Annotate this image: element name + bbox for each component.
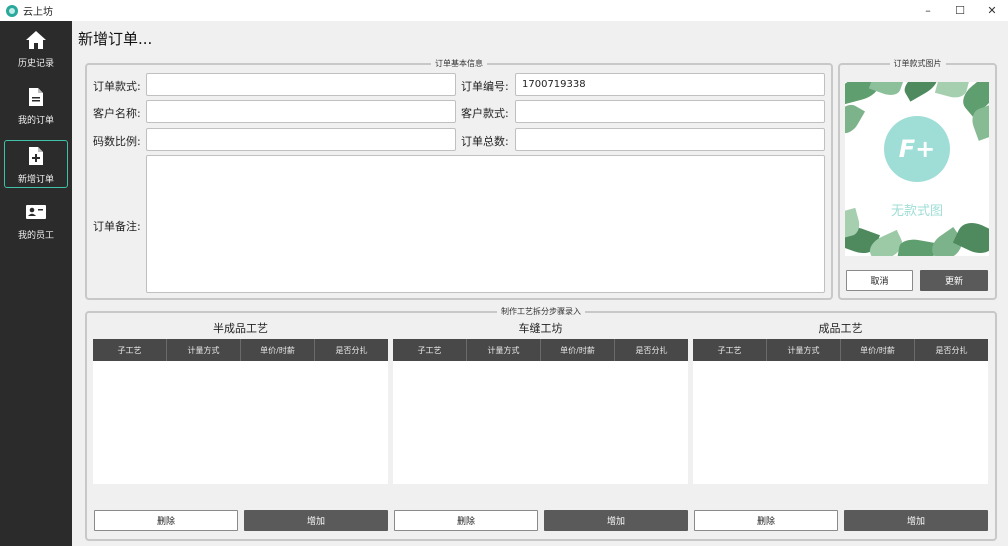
finished-process-table[interactable]: 子工艺 计量方式 单价/时薪 是否分扎 <box>693 339 988 484</box>
order-style-label: 订单款式: <box>93 80 141 93</box>
sidebar-item-label: 新增订单 <box>17 175 54 185</box>
column-measure-method[interactable]: 计量方式 <box>467 339 541 361</box>
add-document-icon <box>25 145 47 167</box>
basic-info-legend: 订单基本信息 <box>435 59 483 68</box>
cancel-button[interactable]: 取消 <box>846 270 913 291</box>
leaf-decoration <box>845 100 866 138</box>
column-split-bundle[interactable]: 是否分扎 <box>915 339 988 361</box>
finished-process-title: 成品工艺 <box>818 322 863 335</box>
no-style-image-caption: 无款式图 <box>890 204 943 219</box>
window-controls: – ☐ ✕ <box>912 0 1008 21</box>
size-ratio-input[interactable] <box>146 128 456 151</box>
sewing-workshop-title: 车缝工坊 <box>518 322 563 335</box>
order-remark-label: 订单备注: <box>93 220 141 233</box>
order-style-input[interactable] <box>146 73 456 96</box>
page-title: 新增订单... <box>78 30 153 48</box>
order-remark-textarea[interactable] <box>146 155 825 293</box>
leaf-decoration <box>868 82 904 99</box>
sewing-workshop-add-button[interactable]: 增加 <box>544 510 688 531</box>
leaf-decoration <box>897 237 937 256</box>
customer-style-input[interactable] <box>515 100 825 123</box>
sidebar-item-label: 历史记录 <box>17 59 54 69</box>
column-unit-price[interactable]: 单价/时薪 <box>841 339 915 361</box>
sidebar-item-label: 我的订单 <box>17 116 54 126</box>
sidebar-item-employees[interactable]: 我的员工 <box>4 197 68 245</box>
sidebar-item-orders[interactable]: 我的订单 <box>4 82 68 130</box>
order-total-label: 订单总数: <box>461 135 509 148</box>
sidebar-item-history[interactable]: 历史记录 <box>4 25 68 73</box>
app-title: 云上坊 <box>23 7 53 18</box>
semi-finished-add-button[interactable]: 增加 <box>244 510 388 531</box>
order-number-label: 订单编号: <box>461 80 509 93</box>
maximize-button[interactable]: ☐ <box>944 0 976 21</box>
column-split-bundle[interactable]: 是否分扎 <box>615 339 688 361</box>
customer-style-label: 客户款式: <box>461 107 509 120</box>
column-unit-price[interactable]: 单价/时薪 <box>241 339 315 361</box>
column-sub-process[interactable]: 子工艺 <box>93 339 167 361</box>
document-icon <box>25 86 47 108</box>
employee-card-icon <box>25 201 47 223</box>
process-steps-legend: 制作工艺拆分步骤录入 <box>501 307 581 316</box>
customer-name-input[interactable] <box>146 100 456 123</box>
column-sub-process[interactable]: 子工艺 <box>693 339 767 361</box>
style-image-placeholder[interactable]: F+ 无款式图 <box>845 82 989 256</box>
sidebar-item-label: 我的员工 <box>17 231 54 241</box>
semi-finished-table[interactable]: 子工艺 计量方式 单价/时薪 是否分扎 <box>93 339 388 484</box>
style-image-legend: 订单款式图片 <box>893 59 942 68</box>
close-button[interactable]: ✕ <box>976 0 1008 21</box>
sewing-workshop-table[interactable]: 子工艺 计量方式 单价/时薪 是否分扎 <box>393 339 688 484</box>
style-logo-icon: F+ <box>884 116 950 182</box>
customer-name-label: 客户名称: <box>93 107 141 120</box>
size-ratio-label: 码数比例: <box>93 135 141 148</box>
sewing-workshop-delete-button[interactable]: 删除 <box>394 510 538 531</box>
table-header: 子工艺 计量方式 单价/时薪 是否分扎 <box>93 339 388 361</box>
finished-process-delete-button[interactable]: 删除 <box>694 510 838 531</box>
column-sub-process[interactable]: 子工艺 <box>393 339 467 361</box>
order-number-input[interactable]: 1700719338 <box>515 73 825 96</box>
table-header: 子工艺 计量方式 单价/时薪 是否分扎 <box>693 339 988 361</box>
app-logo-icon <box>6 4 18 17</box>
column-measure-method[interactable]: 计量方式 <box>767 339 841 361</box>
column-split-bundle[interactable]: 是否分扎 <box>315 339 388 361</box>
sidebar-item-new-order[interactable]: 新增订单 <box>4 140 68 188</box>
semi-finished-title: 半成品工艺 <box>213 322 268 335</box>
finished-process-add-button[interactable]: 增加 <box>844 510 988 531</box>
title-bar: 云上坊 – ☐ ✕ <box>0 0 1008 21</box>
column-measure-method[interactable]: 计量方式 <box>167 339 241 361</box>
home-icon <box>25 29 47 51</box>
table-header: 子工艺 计量方式 单价/时薪 是否分扎 <box>393 339 688 361</box>
column-unit-price[interactable]: 单价/时薪 <box>541 339 615 361</box>
minimize-button[interactable]: – <box>912 0 944 21</box>
sidebar: 历史记录 我的订单 新增订单 我的员工 <box>0 21 72 546</box>
update-button[interactable]: 更新 <box>920 270 988 291</box>
order-total-input[interactable] <box>515 128 825 151</box>
semi-finished-delete-button[interactable]: 删除 <box>94 510 238 531</box>
